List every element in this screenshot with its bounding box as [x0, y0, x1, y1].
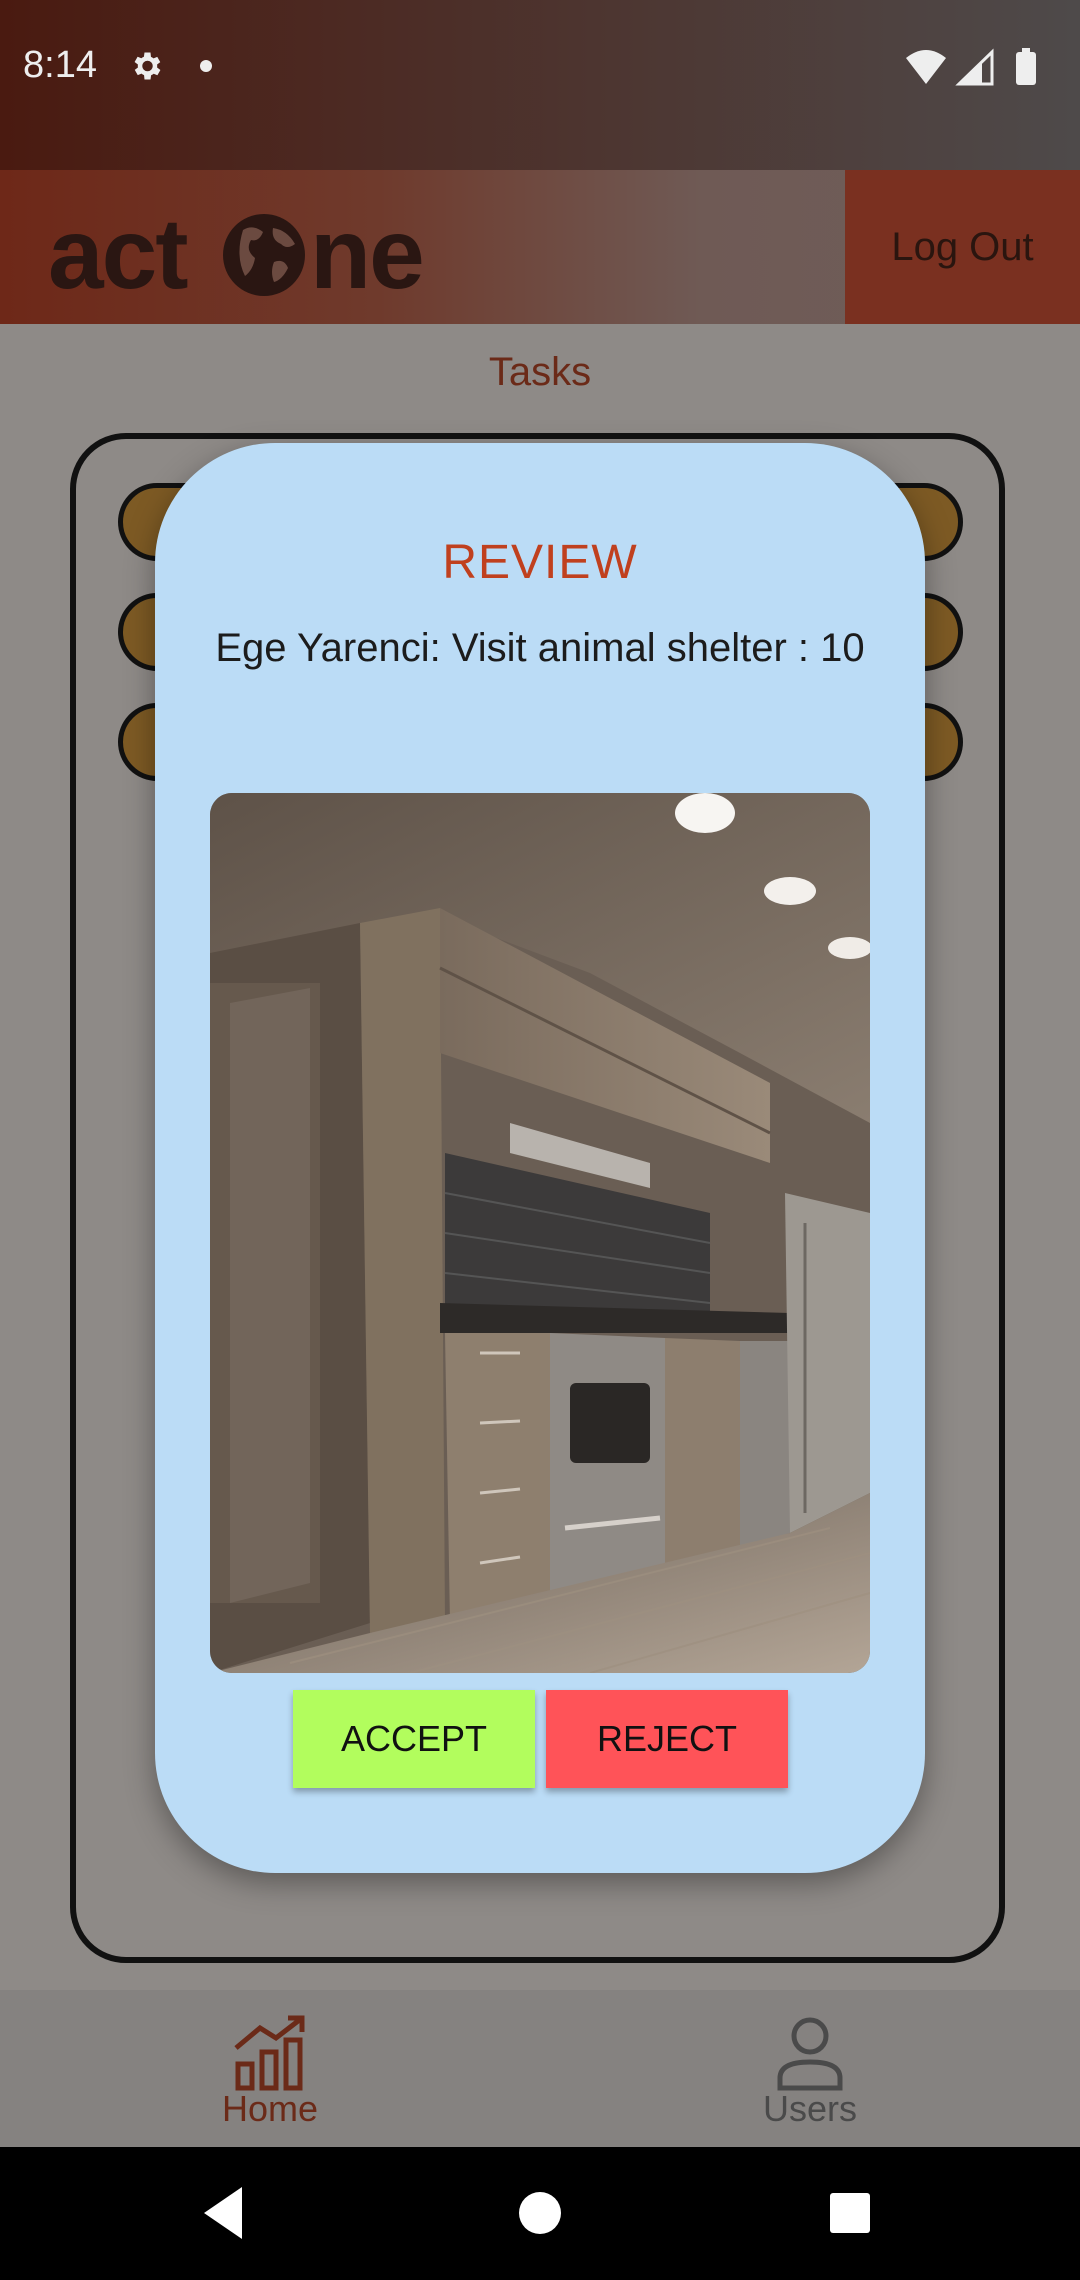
dialog-title: REVIEW [442, 536, 638, 589]
notification-dot-icon [200, 60, 212, 72]
actone-logo: act ne [48, 200, 425, 300]
home-circle-icon[interactable] [508, 2181, 572, 2245]
svg-text:ne: ne [310, 200, 423, 300]
page-title: Tasks [488, 350, 592, 394]
svg-text:act: act [48, 200, 188, 300]
system-nav-bar [0, 2147, 1080, 2280]
nav-label-home: Home [221, 2088, 319, 2129]
person-icon [777, 2017, 843, 2091]
kitchen-photo-image [210, 793, 870, 1673]
nav-item-users[interactable]: Users [660, 1990, 960, 2147]
status-time: 8:14 [23, 44, 97, 86]
review-dialog: REVIEW Ege Yarenci: Visit animal shelter… [155, 443, 925, 1873]
battery-icon [1016, 52, 1036, 85]
dialog-message: Ege Yarenci: Visit animal shelter : 10 [215, 626, 865, 670]
nav-item-home[interactable]: Home [120, 1990, 420, 2147]
accept-button[interactable]: ACCEPT [293, 1690, 535, 1788]
logout-button[interactable]: Log Out [845, 170, 1080, 324]
reject-button[interactable]: REJECT [546, 1690, 788, 1788]
wifi-icon [906, 50, 946, 84]
system-status-icons [906, 48, 1036, 86]
chart-growth-icon [234, 2015, 305, 2091]
recents-square-icon[interactable] [818, 2181, 882, 2245]
nav-label-users: Users [762, 2088, 857, 2129]
status-bar: 8:14 [0, 0, 1080, 170]
settings-icon [134, 52, 161, 80]
submitted-photo [210, 793, 870, 1673]
back-icon[interactable] [192, 2181, 256, 2245]
bottom-nav: Home Users [0, 1990, 1080, 2147]
